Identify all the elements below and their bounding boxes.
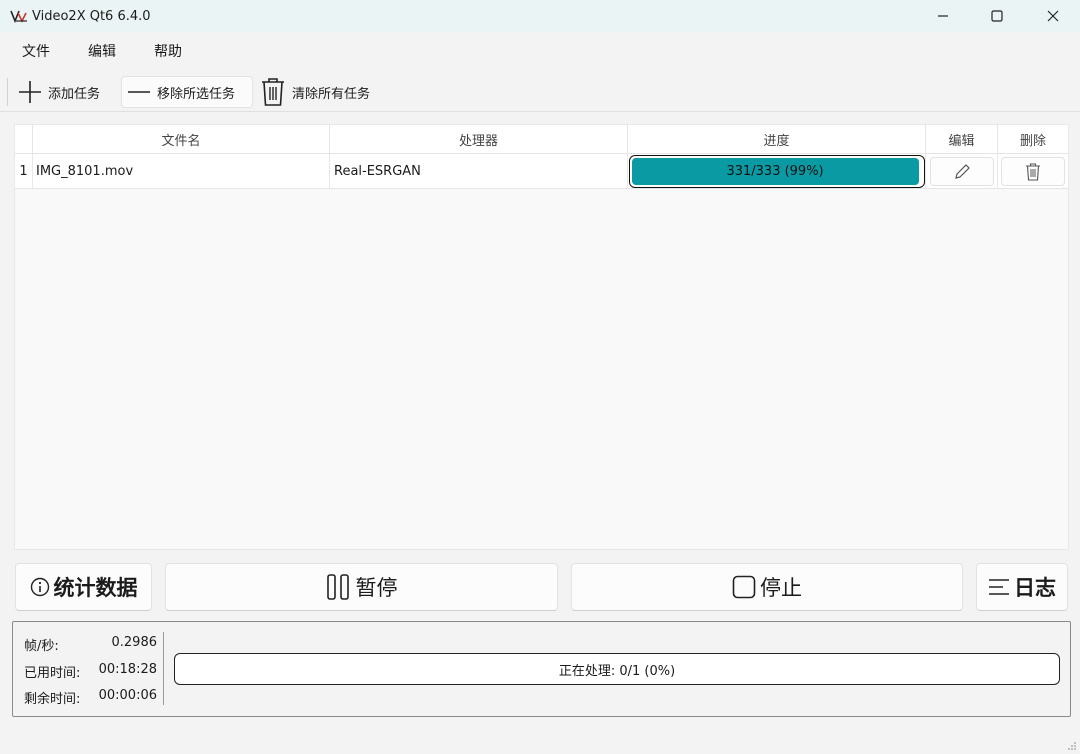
log-icon bbox=[989, 579, 1009, 595]
maximize-icon bbox=[991, 10, 1003, 22]
toolbar-grip[interactable] bbox=[7, 78, 8, 106]
remaining-value: 00:00:06 bbox=[98, 688, 157, 703]
close-button[interactable] bbox=[1030, 0, 1076, 32]
resize-grip-icon[interactable] bbox=[1067, 741, 1077, 751]
stop-label: 停止 bbox=[760, 576, 802, 600]
window-title: Video2X Qt6 6.4.0 bbox=[32, 8, 151, 24]
header-corner bbox=[15, 125, 33, 154]
remaining-label: 剩余时间: bbox=[24, 692, 81, 707]
delete-cell bbox=[998, 154, 1068, 189]
header-file[interactable]: 文件名 bbox=[33, 125, 330, 154]
info-icon bbox=[30, 577, 49, 597]
fps-value: 0.2986 bbox=[111, 635, 158, 650]
remaining-line: 剩余时间: 00:00:06 bbox=[24, 688, 157, 707]
remove-selected-label: 移除所选任务 bbox=[157, 86, 236, 102]
edit-cell bbox=[926, 154, 998, 189]
clear-all-label: 清除所有任务 bbox=[292, 86, 371, 102]
menu-bar: 文件 编辑 帮助 bbox=[0, 32, 1080, 70]
trash-icon bbox=[1026, 162, 1040, 181]
toolbar: 添加任务 移除所选任务 清除所有任务 bbox=[0, 72, 1080, 112]
stats-panel: 帧/秒: 0.2986 已用时间: 00:18:28 剩余时间: 00:00:0… bbox=[12, 621, 1071, 717]
app-logo-icon bbox=[10, 10, 27, 23]
task-progress-fill: 331/333 (99%) bbox=[631, 158, 919, 185]
pause-button[interactable]: 暂停 bbox=[165, 563, 558, 611]
remove-selected-button[interactable]: 移除所选任务 bbox=[121, 76, 253, 108]
edit-task-button[interactable] bbox=[929, 157, 994, 186]
file-name-cell: IMG_8101.mov bbox=[33, 154, 330, 189]
delete-task-button[interactable] bbox=[1001, 157, 1065, 186]
stop-icon bbox=[732, 575, 756, 599]
pause-icon bbox=[326, 574, 349, 600]
close-icon bbox=[1047, 10, 1059, 22]
task-table[interactable]: 文件名 处理器 进度 编辑 删除 1 IMG_8101.mov Real-ESR… bbox=[14, 124, 1069, 550]
log-button[interactable]: 日志 bbox=[976, 563, 1068, 611]
header-delete[interactable]: 删除 bbox=[998, 125, 1068, 154]
menu-edit[interactable]: 编辑 bbox=[69, 41, 135, 61]
header-edit[interactable]: 编辑 bbox=[926, 125, 998, 154]
overall-progress-bar: 正在处理: 0/1 (0%) bbox=[174, 653, 1060, 685]
add-task-button[interactable]: 添加任务 bbox=[18, 76, 100, 108]
row-index: 1 bbox=[15, 154, 33, 189]
maximize-button[interactable] bbox=[974, 0, 1020, 32]
fps-line: 帧/秒: 0.2986 bbox=[24, 635, 157, 654]
processor-cell: Real-ESRGAN bbox=[330, 154, 628, 189]
statistics-button[interactable]: 统计数据 bbox=[15, 563, 152, 611]
stats-divider bbox=[163, 632, 164, 705]
header-processor[interactable]: 处理器 bbox=[330, 125, 628, 154]
progress-cell: 331/333 (99%) bbox=[628, 154, 926, 189]
menu-file[interactable]: 文件 bbox=[0, 41, 69, 61]
elapsed-label: 已用时间: bbox=[24, 666, 81, 681]
minimize-icon bbox=[938, 15, 948, 17]
stop-button[interactable]: 停止 bbox=[571, 563, 963, 611]
table-header: 文件名 处理器 进度 编辑 删除 bbox=[15, 125, 1068, 154]
elapsed-value: 00:18:28 bbox=[98, 662, 157, 677]
plus-icon bbox=[19, 81, 41, 103]
table-row[interactable]: 1 IMG_8101.mov Real-ESRGAN 331/333 (99%) bbox=[15, 154, 1068, 189]
fps-label: 帧/秒: bbox=[24, 639, 59, 654]
title-bar: Video2X Qt6 6.4.0 bbox=[0, 0, 1080, 32]
pause-label: 暂停 bbox=[355, 576, 398, 600]
minus-icon bbox=[128, 91, 150, 93]
minimize-button[interactable] bbox=[920, 0, 966, 32]
log-label: 日志 bbox=[1014, 576, 1056, 600]
add-task-label: 添加任务 bbox=[48, 86, 101, 102]
task-progress-bar: 331/333 (99%) bbox=[628, 155, 925, 188]
clear-all-button[interactable]: 清除所有任务 bbox=[260, 76, 370, 108]
pencil-icon bbox=[954, 163, 970, 179]
trash-icon bbox=[262, 78, 284, 106]
statistics-label: 统计数据 bbox=[53, 576, 138, 600]
header-progress[interactable]: 进度 bbox=[628, 125, 926, 154]
menu-help[interactable]: 帮助 bbox=[135, 41, 201, 61]
elapsed-line: 已用时间: 00:18:28 bbox=[24, 662, 157, 681]
